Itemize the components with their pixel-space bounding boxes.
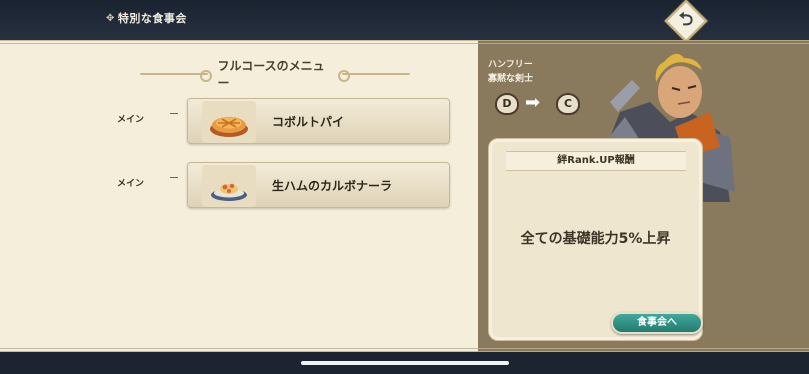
screen-title-label: 特別な食事会 bbox=[117, 12, 187, 25]
course-row: メイン 生ハムのカルボナーラ bbox=[0, 162, 478, 210]
dish-card[interactable]: コボルトパイ bbox=[187, 98, 450, 144]
menu-header-label: フルコースのメニュー bbox=[217, 59, 325, 90]
character-title: 寡黙な剣士 bbox=[488, 74, 534, 84]
flower-ornament-icon: ✥ bbox=[106, 12, 115, 24]
course-divider bbox=[170, 113, 178, 114]
reward-header: 絆Rank.UP報酬 bbox=[506, 151, 686, 171]
course-row: メイン コボルトパイ bbox=[0, 98, 478, 146]
menu-header: フルコースのメニュー bbox=[140, 59, 410, 90]
course-divider bbox=[170, 177, 178, 178]
character-info: ハンフリー 寡黙な剣士 bbox=[488, 58, 533, 86]
carbonara-plate-icon bbox=[202, 165, 256, 207]
dish-name: 生ハムのカルボナーラ bbox=[272, 179, 393, 193]
pie-icon bbox=[202, 101, 256, 143]
rank-arrow-icon: ➡ bbox=[525, 92, 541, 113]
menu-panel: フルコースのメニュー メイン コボルトパイ メイン 生ハムのカルボナーラ bbox=[0, 40, 478, 352]
course-type-label: メイン bbox=[117, 179, 145, 189]
right-ornament-icon bbox=[338, 70, 410, 82]
home-indicator[interactable] bbox=[301, 361, 509, 365]
screen-title: ✥ 特別な食事会 bbox=[106, 10, 187, 26]
rank-from-badge: D bbox=[495, 93, 519, 115]
rank-to-badge: C bbox=[556, 93, 580, 115]
dish-card[interactable]: 生ハムのカルボナーラ bbox=[187, 162, 450, 208]
reward-description: 全ての基礎能力5%上昇 bbox=[520, 231, 671, 247]
dish-name: コボルトパイ bbox=[272, 115, 345, 129]
left-ornament-icon bbox=[140, 70, 212, 82]
course-type-label: メイン bbox=[117, 115, 145, 125]
character-name: ハンフリー bbox=[488, 60, 533, 70]
go-to-feast-button[interactable]: 食事会へ bbox=[611, 312, 703, 334]
return-arrow-icon[interactable]: ⮌ bbox=[676, 8, 696, 32]
